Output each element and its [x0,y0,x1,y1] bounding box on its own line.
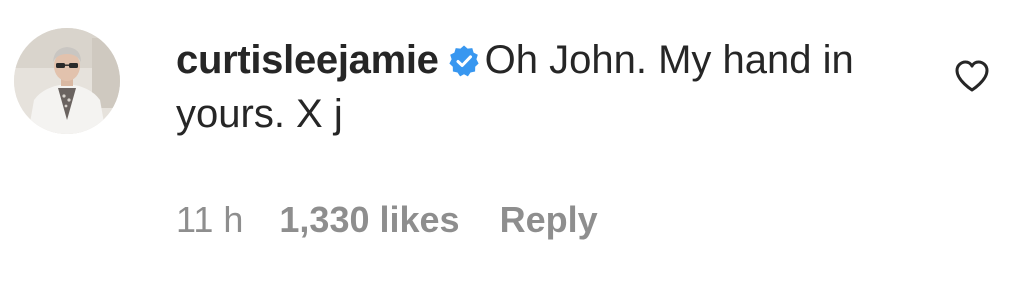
comment-username[interactable]: curtisleejamie [176,38,439,82]
comment-body: curtisleejamie Oh John. My hand in yours… [176,33,896,141]
heart-outline-icon[interactable] [952,56,992,96]
comment-meta: 11 h 1,330 likes Reply [176,196,598,244]
comment-timestamp[interactable]: 11 h [176,196,243,244]
verified-badge-icon [447,44,481,78]
reply-button[interactable]: Reply [500,196,598,244]
comment-likes-count[interactable]: 1,330 likes [279,196,459,244]
comment-row: curtisleejamie Oh John. My hand in yours… [0,0,1024,288]
avatar[interactable] [14,28,120,134]
avatar-image [14,28,120,134]
